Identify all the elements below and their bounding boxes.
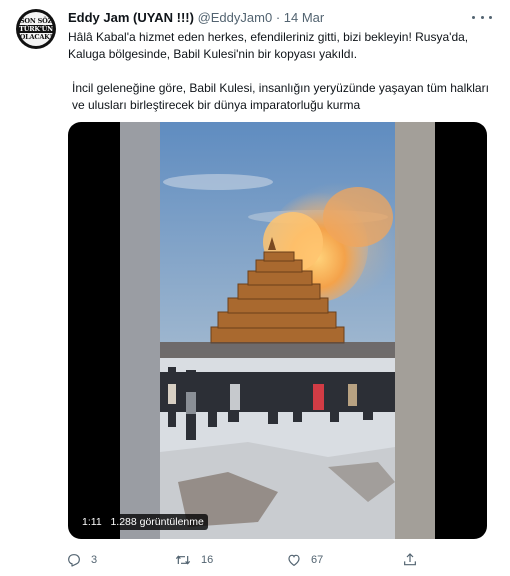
video-views-badge: 1:11 1.288 görüntülenme: [78, 514, 208, 530]
more-icon[interactable]: [472, 9, 492, 25]
tweet-date[interactable]: 14 Mar: [284, 10, 324, 25]
share-icon: [404, 553, 416, 566]
video-view-count: 1.288 görüntülenme: [110, 516, 204, 528]
avatar[interactable]: SON SÖZ TÜRK'ÜN OLACAK!: [16, 9, 56, 49]
avatar-logo: SON SÖZ TÜRK'ÜN OLACAK!: [18, 12, 54, 46]
video-player[interactable]: [68, 122, 487, 539]
tweet[interactable]: SON SÖZ TÜRK'ÜN OLACAK! Eddy Jam (UYAN !…: [0, 0, 510, 576]
separator-dot: ·: [275, 10, 281, 25]
avatar-logo-line-3: OLACAK!: [19, 33, 53, 41]
reply-button[interactable]: 3: [66, 551, 97, 569]
tweet-actions: 3 16 67: [66, 551, 496, 569]
avatar-logo-line-2: TÜRK'ÜN: [18, 25, 54, 33]
tweet-paragraph-2: İncil geleneğine göre, Babil Kulesi, ins…: [72, 81, 489, 112]
tweet-paragraph-1: Hâlâ Kabal'a hizmet eden herkes, efendil…: [68, 30, 469, 61]
left-blur-strip: [120, 122, 160, 539]
tweet-text: Hâlâ Kabal'a hizmet eden herkes, efendil…: [68, 29, 494, 114]
reply-count: 3: [91, 554, 98, 566]
like-icon: [288, 554, 300, 567]
like-count: 67: [311, 554, 324, 566]
author-handle[interactable]: @EddyJam0: [198, 10, 273, 25]
avatar-logo-line-1: SON SÖZ: [19, 17, 53, 25]
video-frame: [120, 122, 435, 539]
author-name[interactable]: Eddy Jam (UYAN !!!): [68, 10, 194, 25]
retweet-button[interactable]: 16: [174, 551, 213, 569]
share-button[interactable]: [402, 551, 427, 569]
like-button[interactable]: 67: [286, 551, 323, 569]
retweet-count: 16: [201, 554, 214, 566]
right-blur-strip: [395, 122, 435, 539]
video-duration: 1:11: [82, 516, 102, 528]
tweet-header: Eddy Jam (UYAN !!!) @EddyJam0 · 14 Mar: [68, 10, 324, 25]
retweet-icon: [175, 555, 191, 565]
reply-icon: [68, 554, 80, 567]
